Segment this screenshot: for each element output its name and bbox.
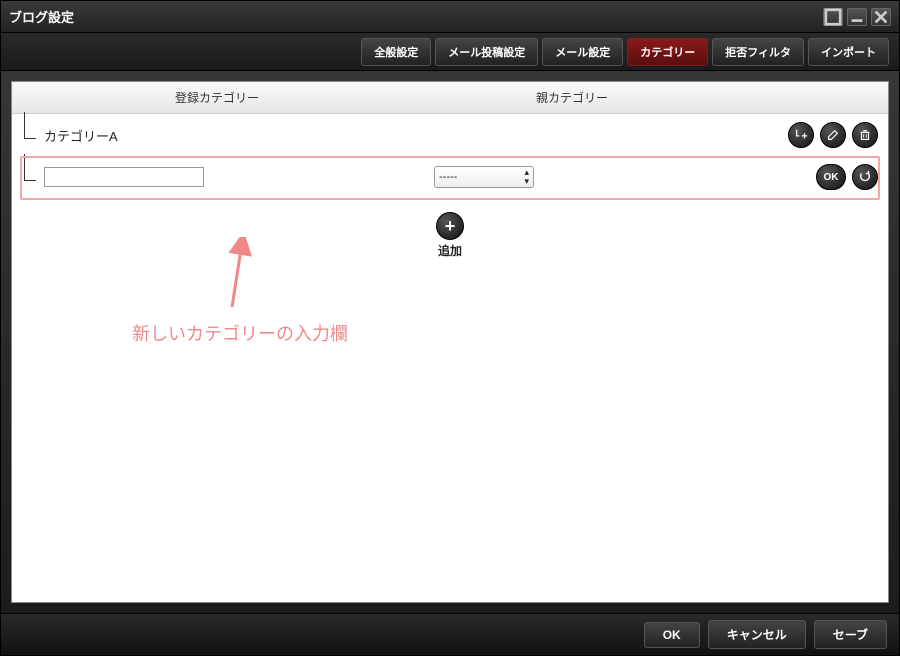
minimize-button[interactable] <box>847 8 867 26</box>
maximize-button[interactable] <box>823 8 843 26</box>
add-child-button[interactable] <box>788 122 814 148</box>
tab-import[interactable]: インポート <box>808 38 889 66</box>
ok-button[interactable]: OK <box>644 622 700 648</box>
add-label: 追加 <box>12 242 888 259</box>
tab-mail[interactable]: メール設定 <box>542 38 623 66</box>
revert-button[interactable] <box>852 164 878 190</box>
add-block: + 追加 <box>12 212 888 259</box>
save-button[interactable]: セーブ <box>814 620 887 649</box>
edit-button[interactable] <box>820 122 846 148</box>
titlebar-buttons <box>823 8 891 26</box>
parent-select[interactable]: ----- ▴▾ <box>434 166 534 188</box>
table-row: カテゴリーA <box>12 114 888 156</box>
tabbar: 全般設定 メール投稿設定 メール設定 カテゴリー 拒否フィルタ インポート <box>1 33 899 71</box>
delete-button[interactable] <box>852 122 878 148</box>
titlebar: ブログ設定 <box>1 1 899 33</box>
input-row: ----- ▴▾ OK <box>12 156 888 198</box>
tree-branch-icon <box>22 162 40 192</box>
annotation-text: 新しいカテゴリーの入力欄 <box>132 320 348 346</box>
category-input[interactable] <box>44 167 204 187</box>
tab-general[interactable]: 全般設定 <box>361 38 431 66</box>
plus-icon: + <box>445 216 456 237</box>
add-button[interactable]: + <box>436 212 464 240</box>
tab-mail-post[interactable]: メール投稿設定 <box>435 38 538 66</box>
select-value: ----- <box>439 171 457 183</box>
chevron-updown-icon: ▴▾ <box>524 168 529 186</box>
content-area: 登録カテゴリー 親カテゴリー カテゴリーA <box>11 81 889 603</box>
row-actions <box>788 122 878 148</box>
window: ブログ設定 全般設定 メール投稿設定 メール設定 カテゴリー 拒否フィルタ イン… <box>0 0 900 656</box>
tab-filter[interactable]: 拒否フィルタ <box>712 38 804 66</box>
tab-category[interactable]: カテゴリー <box>627 38 708 66</box>
row-actions: OK <box>816 164 878 190</box>
col-registered: 登録カテゴリー <box>12 89 422 106</box>
confirm-button[interactable]: OK <box>816 164 846 190</box>
category-name: カテゴリーA <box>44 126 118 145</box>
window-title: ブログ設定 <box>9 7 74 26</box>
table-header: 登録カテゴリー 親カテゴリー <box>12 82 888 114</box>
cancel-button[interactable]: キャンセル <box>708 620 806 649</box>
tree-branch-icon <box>22 120 40 150</box>
footer: OK キャンセル セーブ <box>1 613 899 655</box>
col-parent: 親カテゴリー <box>422 89 722 106</box>
close-button[interactable] <box>871 8 891 26</box>
